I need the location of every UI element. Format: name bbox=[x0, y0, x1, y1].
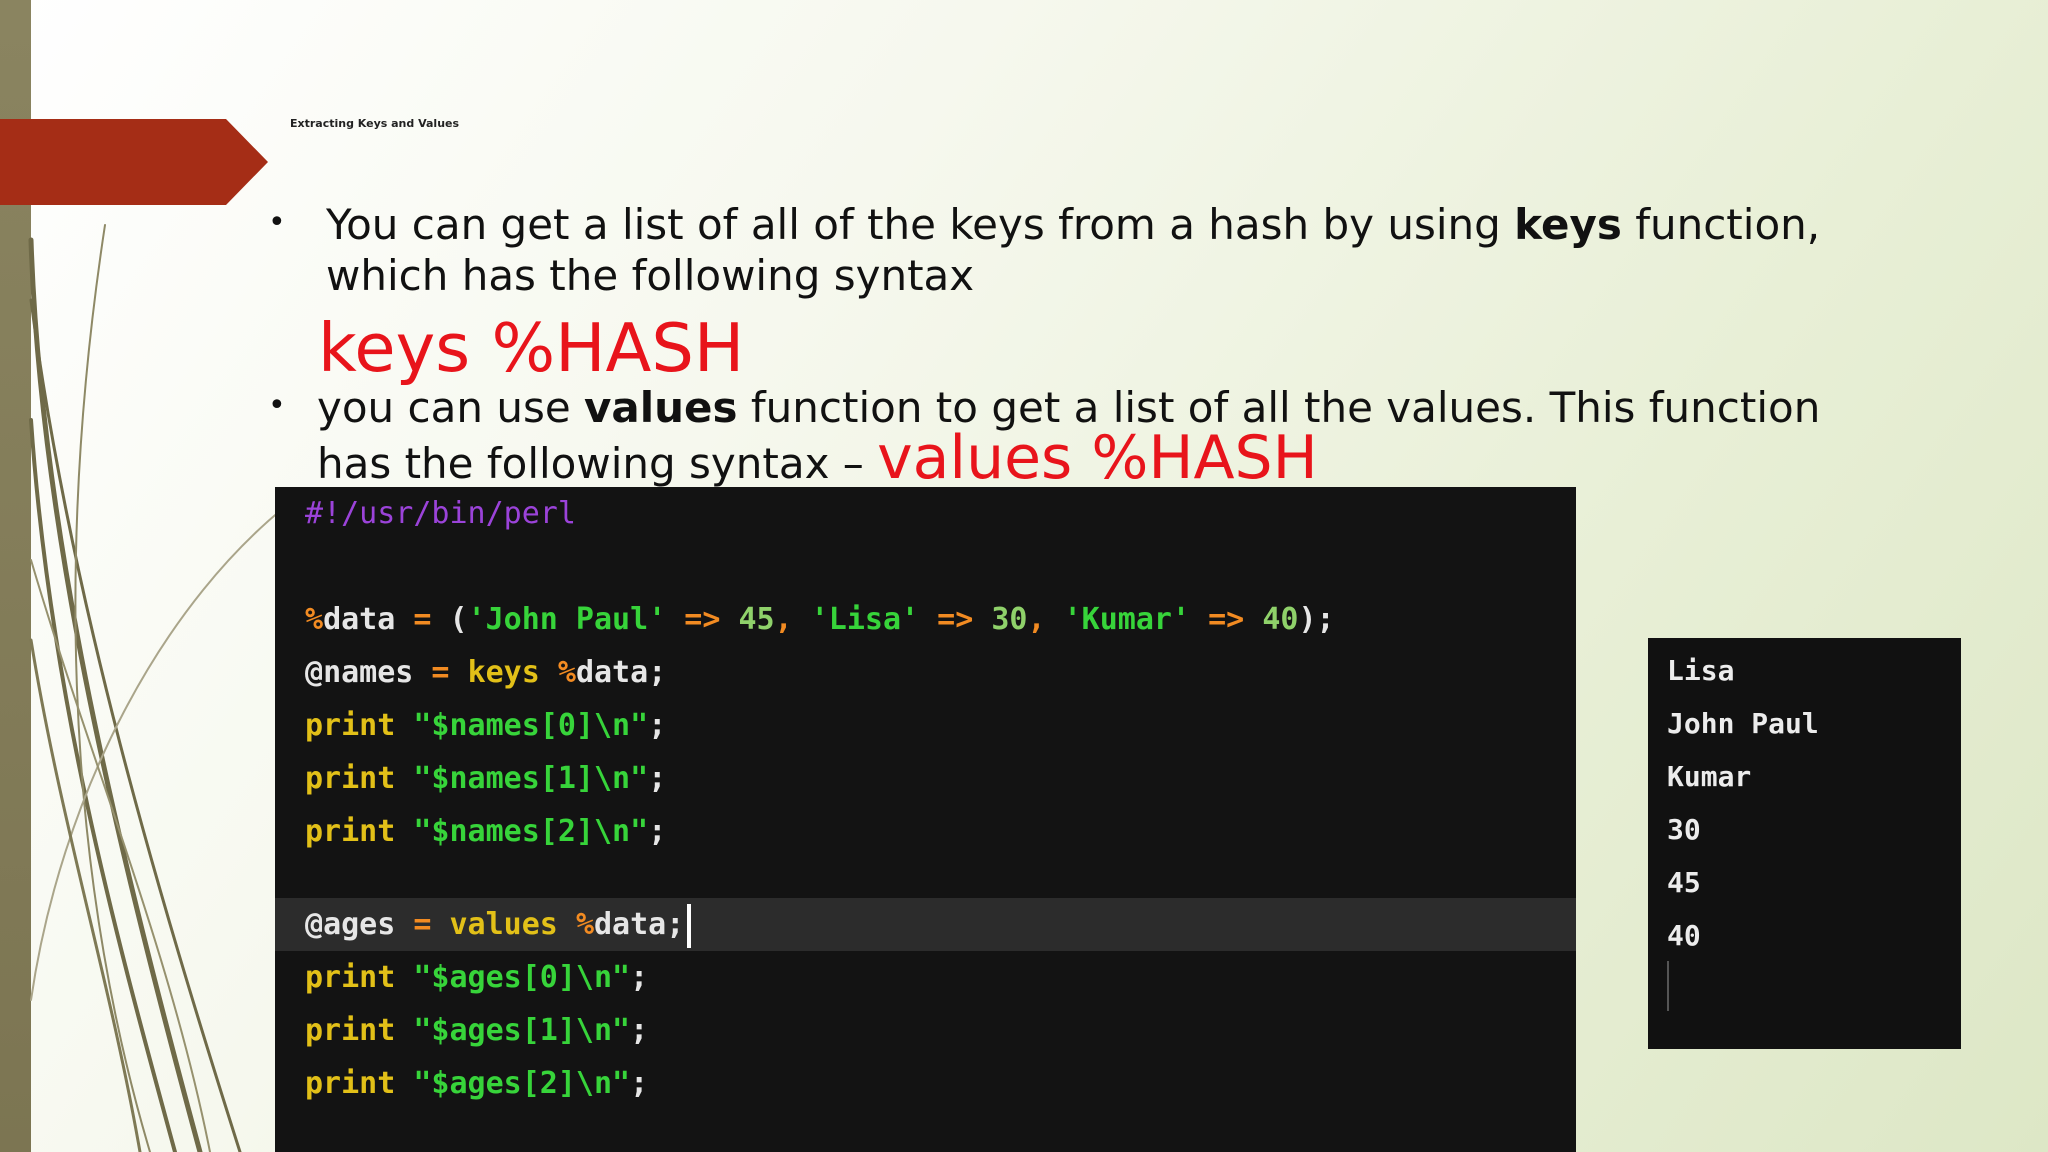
code-number: 30 bbox=[991, 602, 1028, 637]
code-number: 45 bbox=[738, 602, 775, 637]
code-string: 'Kumar' bbox=[1063, 602, 1191, 637]
output-line: 40 bbox=[1667, 919, 1701, 952]
code-line-hash-assign: %data = ('John Paul' => 45, 'Lisa' => 30… bbox=[305, 593, 1335, 646]
bullet-bold-term: keys bbox=[1514, 200, 1622, 249]
code-sigil: % bbox=[305, 602, 324, 637]
code-string: "$names[2]\n" bbox=[413, 814, 649, 849]
code-punct: ; bbox=[648, 814, 667, 849]
code-keyword: print bbox=[305, 960, 396, 995]
title-arrow-banner bbox=[0, 119, 268, 205]
code-string: "$ages[1]\n" bbox=[413, 1013, 631, 1048]
code-punct: ; bbox=[648, 708, 667, 743]
code-string: "$ages[0]\n" bbox=[413, 960, 631, 995]
bullet-text: You can get a list of all of the keys fr… bbox=[326, 200, 1515, 249]
output-line: Kumar bbox=[1667, 760, 1752, 793]
code-op: , bbox=[774, 602, 811, 637]
code-string: "$names[0]\n" bbox=[413, 708, 649, 743]
bullet-text-line2: which has the following syntax bbox=[326, 251, 975, 300]
code-string: 'Lisa' bbox=[810, 602, 920, 637]
code-ident: data bbox=[594, 907, 667, 942]
code-line-print: print "$ages[1]\n"; bbox=[305, 1004, 648, 1057]
bullet-values: you can use values function to get a lis… bbox=[317, 382, 1917, 489]
bullet-bold-term: values bbox=[584, 383, 738, 432]
bullet-dot: • bbox=[268, 388, 286, 423]
code-punct: ; bbox=[666, 907, 685, 942]
code-ident: data bbox=[575, 655, 649, 690]
text-cursor bbox=[687, 903, 692, 948]
code-keyword: print bbox=[305, 761, 396, 796]
code-op: => bbox=[666, 602, 739, 637]
code-op: => bbox=[919, 602, 992, 637]
code-comment: #!/usr/bin/perl bbox=[305, 496, 576, 531]
keys-syntax: keys %HASH bbox=[318, 309, 745, 387]
code-ident: data bbox=[323, 602, 396, 637]
bullet-text: function, bbox=[1621, 200, 1821, 249]
slide-title: Extracting Keys and Values bbox=[290, 117, 460, 130]
code-punct: ; bbox=[648, 761, 667, 796]
code-sigil: % bbox=[575, 907, 594, 942]
output-line: 45 bbox=[1667, 866, 1701, 899]
code-keyword: print bbox=[305, 1013, 396, 1048]
code-line-print: print "$ages[2]\n"; bbox=[305, 1057, 648, 1110]
code-keyword: print bbox=[305, 1066, 396, 1101]
output-line: 30 bbox=[1667, 813, 1701, 846]
output-line: Lisa bbox=[1667, 654, 1735, 687]
code-ident: ages bbox=[323, 907, 396, 942]
code-punct: ; bbox=[630, 960, 649, 995]
code-line-print: print "$names[0]\n"; bbox=[305, 699, 666, 752]
code-line-print: print "$ages[0]\n"; bbox=[305, 951, 648, 1004]
code-op: , bbox=[1027, 602, 1064, 637]
code-line-print: print "$names[1]\n"; bbox=[305, 752, 666, 805]
console-output[interactable]: Lisa John Paul Kumar 30 45 40 bbox=[1648, 638, 1961, 1049]
code-op: = bbox=[395, 907, 450, 942]
bullet-dot: • bbox=[268, 205, 286, 240]
bullet-text-line2: has the following syntax – bbox=[317, 439, 878, 488]
code-op: = bbox=[413, 655, 468, 690]
bullet-keys: You can get a list of all of the keys fr… bbox=[326, 199, 1906, 301]
code-string: "$names[1]\n" bbox=[413, 761, 649, 796]
code-sigil: @ bbox=[305, 907, 324, 942]
code-line-print: print "$names[2]\n"; bbox=[305, 805, 666, 858]
code-sigil: % bbox=[557, 655, 576, 690]
code-keyword: values bbox=[449, 907, 558, 942]
code-line-values: @ages = values %data; bbox=[305, 898, 692, 951]
console-cursor bbox=[1667, 961, 1669, 1011]
code-string: 'John Paul' bbox=[467, 602, 667, 637]
code-keyword: print bbox=[305, 708, 396, 743]
code-line-keys: @names = keys %data; bbox=[305, 646, 666, 699]
code-number: 40 bbox=[1262, 602, 1299, 637]
code-string: "$ages[2]\n" bbox=[413, 1066, 631, 1101]
code-line-shebang: #!/usr/bin/perl bbox=[305, 487, 576, 540]
code-keyword: keys bbox=[467, 655, 540, 690]
code-punct: ; bbox=[630, 1013, 649, 1048]
bullet-text: you can use bbox=[317, 383, 585, 432]
output-line: John Paul bbox=[1667, 707, 1819, 740]
code-op: = bbox=[395, 602, 450, 637]
code-sigil: @ bbox=[305, 655, 324, 690]
code-punct: ; bbox=[648, 655, 667, 690]
code-keyword: print bbox=[305, 814, 396, 849]
code-op: => bbox=[1190, 602, 1263, 637]
code-ident: names bbox=[323, 655, 414, 690]
code-punct: ); bbox=[1298, 602, 1335, 637]
code-punct: ; bbox=[630, 1066, 649, 1101]
values-syntax: values %HASH bbox=[877, 423, 1318, 493]
code-editor[interactable]: #!/usr/bin/perl %data = ('John Paul' => … bbox=[275, 487, 1576, 1152]
code-punct: ( bbox=[449, 602, 468, 637]
